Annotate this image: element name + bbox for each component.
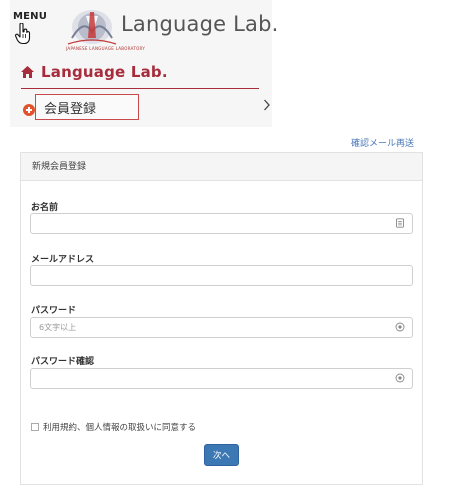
terms-checkbox[interactable] (31, 423, 39, 431)
resend-confirmation-link[interactable]: 確認メール再送 (351, 136, 414, 149)
email-input[interactable] (30, 265, 413, 286)
registration-panel: 新規会員登録 お名前 メールアドレス パスワード パスワード確認 利用規約、個人… (20, 152, 423, 485)
site-logo-text[interactable]: Language Lab. (121, 12, 279, 36)
name-input[interactable] (30, 213, 413, 234)
name-label: お名前 (31, 203, 59, 213)
nav-register-item[interactable]: 会員登録 (20, 94, 272, 120)
panel-title: 新規会員登録 (21, 153, 422, 181)
logo-subtitle: JAPANESE LANGUAGE LABORATORY (66, 46, 146, 51)
nav-home-link[interactable]: Language Lab. (20, 60, 168, 84)
terms-agree-row[interactable]: 利用規約、個人情報の取扱いに同意する (31, 421, 196, 433)
menu-label: MENU (13, 11, 48, 22)
nav-register-label: 会員登録 (44, 102, 97, 117)
password-input[interactable] (30, 317, 413, 338)
eye-icon[interactable] (395, 373, 405, 383)
password-label: パスワード (31, 306, 77, 316)
nav-divider (21, 88, 259, 89)
plus-circle-icon (23, 104, 35, 116)
next-button[interactable]: 次へ (204, 444, 239, 466)
eye-icon[interactable] (395, 322, 405, 332)
menu-button[interactable]: MENU (13, 11, 53, 51)
pointer-hand-icon (15, 23, 31, 45)
home-icon (21, 66, 34, 78)
nav-home-label: Language Lab. (41, 63, 168, 81)
register-highlight-box: 会員登録 (35, 94, 139, 120)
password-confirm-label: パスワード確認 (31, 357, 95, 367)
password-confirm-input[interactable] (30, 368, 413, 389)
contact-card-icon (396, 218, 404, 228)
chevron-right-icon (264, 99, 270, 111)
terms-agree-label: 利用規約、個人情報の取扱いに同意する (43, 423, 197, 433)
email-label: メールアドレス (31, 255, 95, 265)
